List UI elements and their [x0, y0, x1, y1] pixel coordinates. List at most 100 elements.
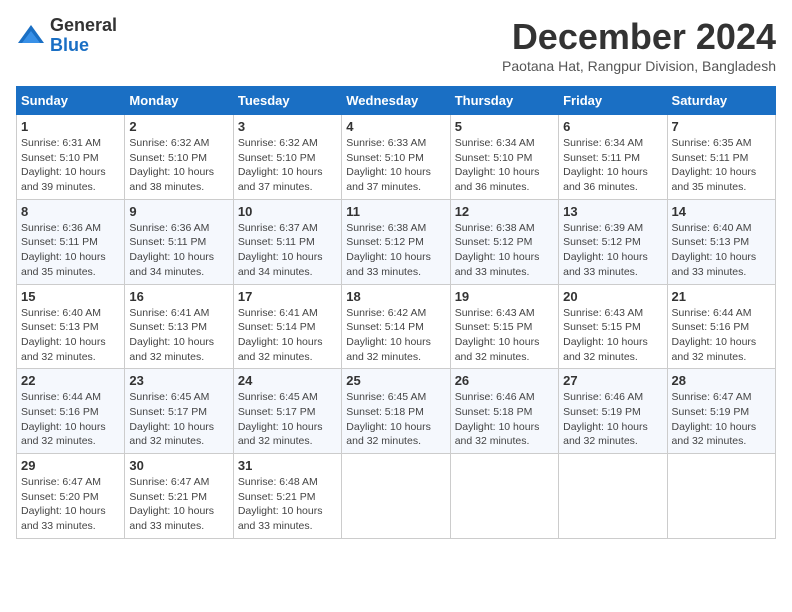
empty-cell: [667, 454, 775, 539]
weekday-sunday: Sunday: [17, 87, 125, 115]
day-number: 7: [672, 119, 771, 134]
day-number: 19: [455, 289, 554, 304]
day-number: 8: [21, 204, 120, 219]
day-number: 28: [672, 373, 771, 388]
day-info: Sunrise: 6:46 AMSunset: 5:19 PMDaylight:…: [563, 390, 662, 449]
day-cell-25: 25 Sunrise: 6:45 AMSunset: 5:18 PMDayligh…: [342, 369, 450, 454]
day-cell-3: 3 Sunrise: 6:32 AMSunset: 5:10 PMDaylight…: [233, 115, 341, 200]
day-number: 1: [21, 119, 120, 134]
day-number: 21: [672, 289, 771, 304]
day-info: Sunrise: 6:36 AMSunset: 5:11 PMDaylight:…: [129, 221, 228, 280]
calendar-week-5: 29Sunrise: 6:47 AMSunset: 5:20 PMDayligh…: [17, 454, 776, 539]
day-number: 31: [238, 458, 337, 473]
day-number: 29: [21, 458, 120, 473]
day-cell-2: 2 Sunrise: 6:32 AMSunset: 5:10 PMDaylight…: [125, 115, 233, 200]
day-cell-20: 20 Sunrise: 6:43 AMSunset: 5:15 PMDayligh…: [559, 284, 667, 369]
logo: General Blue: [16, 16, 117, 56]
day-cell-27: 27 Sunrise: 6:46 AMSunset: 5:19 PMDayligh…: [559, 369, 667, 454]
day-number: 25: [346, 373, 445, 388]
day-info: Sunrise: 6:44 AMSunset: 5:16 PMDaylight:…: [672, 306, 771, 365]
day-cell-19: 19 Sunrise: 6:43 AMSunset: 5:15 PMDayligh…: [450, 284, 558, 369]
day-number: 22: [21, 373, 120, 388]
day-info: Sunrise: 6:43 AMSunset: 5:15 PMDaylight:…: [563, 306, 662, 365]
calendar-week-2: 8 Sunrise: 6:36 AMSunset: 5:11 PMDaylight…: [17, 199, 776, 284]
day-cell-10: 10 Sunrise: 6:37 AMSunset: 5:11 PMDayligh…: [233, 199, 341, 284]
day-info: Sunrise: 6:31 AMSunset: 5:10 PMDaylight:…: [21, 136, 120, 195]
day-number: 9: [129, 204, 228, 219]
day-number: 10: [238, 204, 337, 219]
day-cell-16: 16 Sunrise: 6:41 AMSunset: 5:13 PMDayligh…: [125, 284, 233, 369]
day-cell-9: 9 Sunrise: 6:36 AMSunset: 5:11 PMDaylight…: [125, 199, 233, 284]
day-number: 4: [346, 119, 445, 134]
day-info: Sunrise: 6:35 AMSunset: 5:11 PMDaylight:…: [672, 136, 771, 195]
day-info: Sunrise: 6:36 AMSunset: 5:11 PMDaylight:…: [21, 221, 120, 280]
day-number: 14: [672, 204, 771, 219]
calendar-table: SundayMondayTuesdayWednesdayThursdayFrid…: [16, 86, 776, 539]
day-cell-22: 22 Sunrise: 6:44 AMSunset: 5:16 PMDayligh…: [17, 369, 125, 454]
day-cell-7: 7 Sunrise: 6:35 AMSunset: 5:11 PMDaylight…: [667, 115, 775, 200]
day-number: 13: [563, 204, 662, 219]
day-info: Sunrise: 6:45 AMSunset: 5:18 PMDaylight:…: [346, 390, 445, 449]
day-info: Sunrise: 6:45 AMSunset: 5:17 PMDaylight:…: [129, 390, 228, 449]
day-info: Sunrise: 6:41 AMSunset: 5:14 PMDaylight:…: [238, 306, 337, 365]
day-number: 2: [129, 119, 228, 134]
day-cell-30: 30Sunrise: 6:47 AMSunset: 5:21 PMDayligh…: [125, 454, 233, 539]
weekday-friday: Friday: [559, 87, 667, 115]
day-info: Sunrise: 6:45 AMSunset: 5:17 PMDaylight:…: [238, 390, 337, 449]
empty-cell: [342, 454, 450, 539]
calendar-week-4: 22 Sunrise: 6:44 AMSunset: 5:16 PMDayligh…: [17, 369, 776, 454]
title-area: December 2024 Paotana Hat, Rangpur Divis…: [502, 16, 776, 82]
day-cell-11: 11Sunrise: 6:38 AMSunset: 5:12 PMDayligh…: [342, 199, 450, 284]
day-info: Sunrise: 6:40 AMSunset: 5:13 PMDaylight:…: [21, 306, 120, 365]
weekday-tuesday: Tuesday: [233, 87, 341, 115]
day-number: 3: [238, 119, 337, 134]
page-header: General Blue December 2024 Paotana Hat, …: [16, 16, 776, 82]
day-info: Sunrise: 6:41 AMSunset: 5:13 PMDaylight:…: [129, 306, 228, 365]
day-cell-14: 14 Sunrise: 6:40 AMSunset: 5:13 PMDayligh…: [667, 199, 775, 284]
day-number: 18: [346, 289, 445, 304]
day-info: Sunrise: 6:42 AMSunset: 5:14 PMDaylight:…: [346, 306, 445, 365]
empty-cell: [559, 454, 667, 539]
day-cell-31: 31Sunrise: 6:48 AMSunset: 5:21 PMDayligh…: [233, 454, 341, 539]
day-number: 27: [563, 373, 662, 388]
day-cell-24: 24 Sunrise: 6:45 AMSunset: 5:17 PMDayligh…: [233, 369, 341, 454]
day-number: 20: [563, 289, 662, 304]
day-info: Sunrise: 6:43 AMSunset: 5:15 PMDaylight:…: [455, 306, 554, 365]
day-number: 23: [129, 373, 228, 388]
day-info: Sunrise: 6:38 AMSunset: 5:12 PMDaylight:…: [455, 221, 554, 280]
day-info: Sunrise: 6:32 AMSunset: 5:10 PMDaylight:…: [238, 136, 337, 195]
weekday-monday: Monday: [125, 87, 233, 115]
day-info: Sunrise: 6:32 AMSunset: 5:10 PMDaylight:…: [129, 136, 228, 195]
weekday-wednesday: Wednesday: [342, 87, 450, 115]
day-cell-4: 4Sunrise: 6:33 AMSunset: 5:10 PMDaylight…: [342, 115, 450, 200]
day-cell-21: 21 Sunrise: 6:44 AMSunset: 5:16 PMDayligh…: [667, 284, 775, 369]
logo-blue: Blue: [50, 36, 117, 56]
day-number: 12: [455, 204, 554, 219]
logo-icon: [16, 21, 46, 51]
logo-text: General Blue: [50, 16, 117, 56]
day-info: Sunrise: 6:39 AMSunset: 5:12 PMDaylight:…: [563, 221, 662, 280]
day-cell-23: 23 Sunrise: 6:45 AMSunset: 5:17 PMDayligh…: [125, 369, 233, 454]
day-number: 15: [21, 289, 120, 304]
day-info: Sunrise: 6:37 AMSunset: 5:11 PMDaylight:…: [238, 221, 337, 280]
day-info: Sunrise: 6:40 AMSunset: 5:13 PMDaylight:…: [672, 221, 771, 280]
calendar-week-1: 1 Sunrise: 6:31 AMSunset: 5:10 PMDaylight…: [17, 115, 776, 200]
day-cell-6: 6Sunrise: 6:34 AMSunset: 5:11 PMDaylight…: [559, 115, 667, 200]
day-number: 24: [238, 373, 337, 388]
day-cell-18: 18 Sunrise: 6:42 AMSunset: 5:14 PMDayligh…: [342, 284, 450, 369]
day-cell-29: 29Sunrise: 6:47 AMSunset: 5:20 PMDayligh…: [17, 454, 125, 539]
weekday-saturday: Saturday: [667, 87, 775, 115]
day-number: 5: [455, 119, 554, 134]
day-number: 30: [129, 458, 228, 473]
weekday-thursday: Thursday: [450, 87, 558, 115]
day-info: Sunrise: 6:38 AMSunset: 5:12 PMDaylight:…: [346, 221, 445, 280]
logo-general: General: [50, 16, 117, 36]
day-info: Sunrise: 6:44 AMSunset: 5:16 PMDaylight:…: [21, 390, 120, 449]
day-number: 6: [563, 119, 662, 134]
day-number: 16: [129, 289, 228, 304]
day-info: Sunrise: 6:47 AMSunset: 5:19 PMDaylight:…: [672, 390, 771, 449]
day-cell-26: 26Sunrise: 6:46 AMSunset: 5:18 PMDayligh…: [450, 369, 558, 454]
day-number: 26: [455, 373, 554, 388]
day-cell-17: 17Sunrise: 6:41 AMSunset: 5:14 PMDayligh…: [233, 284, 341, 369]
location-subtitle: Paotana Hat, Rangpur Division, Banglades…: [502, 58, 776, 74]
